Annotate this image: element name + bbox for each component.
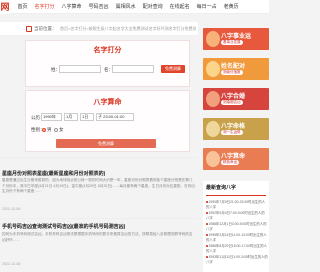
latest-bazi-item-text: 1990年7月9日21:00-23:00时出生的人的八字	[206, 200, 266, 209]
latest-bazi-item[interactable]: 1995年3月15日11:00-13:00时出生的人的八字	[206, 233, 268, 242]
top-nav-bar: 网 首页 名字打分 八字算命 号码吉凶 属相风水 配对查询 在线起名 每日一占 老黄历	[0, 0, 269, 14]
given-name-input[interactable]	[112, 65, 154, 73]
banner-title: 八字合婚	[221, 94, 246, 100]
month-select[interactable]: 1月	[64, 113, 78, 121]
latest-bazi-item-text: 1993年11月11日1:00-3:00时出生的人的八字	[206, 255, 268, 264]
nav-item[interactable]: 首页	[14, 0, 31, 14]
banner-title: 姓名配对	[221, 64, 246, 70]
banner-illustration-icon	[206, 151, 220, 167]
promo-banner[interactable]: 姓名配对 测缘分指数	[203, 58, 269, 80]
latest-bazi-item[interactable]: 1986年8月20日15:00-17:00时出生的人的八字	[206, 244, 268, 253]
nav-item[interactable]: 号码吉凶	[85, 0, 112, 14]
article-summary: 星座是通过出生日期来推算的，因为地球绕太阳公转一周的时间大约是一年，星座月份对照…	[2, 178, 195, 193]
promo-banner[interactable]: 八字合婚 测婚姻吉凶	[203, 88, 269, 110]
main-nav: 首页 名字打分 八字算命 号码吉凶 属相风水 配对查询 在线起名 每日一占 老黄历	[14, 0, 242, 14]
banner-subtitle: 测一生运势	[221, 130, 243, 135]
breadcrumb-path[interactable]: 首页>名字打分>按照生辰八字起名字大全免费测试名字好坏测名字打分免费测试周易	[60, 22, 196, 36]
article-date: 2022-10-08	[2, 207, 21, 211]
nav-item[interactable]: 每日一占	[193, 0, 220, 14]
nav-item[interactable]: 名字打分	[31, 0, 58, 14]
nav-item[interactable]: 八字算命	[58, 0, 85, 14]
banner-illustration-icon	[206, 121, 220, 137]
banner-subtitle: 测婚姻吉凶	[221, 100, 243, 105]
banner-title: 八字事业运	[221, 34, 252, 40]
name-score-title: 名字打分	[93, 47, 122, 54]
surname-input[interactable]	[59, 65, 101, 73]
promo-banner[interactable]: 八字命格 测一生运势	[203, 118, 269, 140]
bazi-title: 八字算命	[93, 99, 122, 106]
nav-item[interactable]: 属相风水	[112, 0, 139, 14]
bullet-icon	[206, 212, 208, 214]
site-logo[interactable]: 网	[0, 0, 10, 14]
promo-banner[interactable]: 八字事业运 看事业发展	[203, 28, 269, 50]
home-icon	[26, 26, 32, 32]
banner-subtitle: 测缘分指数	[221, 70, 243, 75]
hour-select[interactable]: 子 23:00-01:00	[96, 113, 134, 121]
banner-illustration-icon	[206, 91, 220, 107]
banner-subtitle: 看事业发展	[221, 40, 243, 45]
banner-subtitle: 精批命运	[221, 160, 239, 165]
breadcrumb-label: 当前位置：	[34, 26, 57, 31]
nav-item[interactable]: 配对查询	[139, 0, 166, 14]
name-score-panel: 名字打分 姓： 名： 免费测算	[25, 40, 190, 87]
banner-title: 八字命格	[221, 124, 246, 130]
latest-bazi-item-text: 1992年5月4日7:00-9:00时出生的人的八字	[206, 211, 265, 220]
latest-bazi-box: 最新查询八字 1990年7月9日21:00-23:00时出生的人的八字 1992年…	[203, 181, 269, 272]
nav-item[interactable]: 在线起名	[166, 0, 193, 14]
name-score-submit-button[interactable]: 免费测算	[161, 65, 185, 73]
male-radio[interactable]	[42, 128, 46, 132]
latest-bazi-item-text: 1988年12月1日3:00-5:00时出生的人的八字	[206, 222, 267, 231]
banner-title: 八字算命	[221, 154, 246, 160]
article-title[interactable]: 星座月份对照表星座(最新星座和月份对照表的)	[2, 170, 105, 177]
male-label: 男	[47, 127, 52, 132]
year-select[interactable]: 1990年	[41, 113, 62, 121]
bullet-icon	[206, 256, 208, 258]
bullet-icon	[206, 245, 208, 247]
latest-bazi-title: 最新查询八字	[206, 185, 237, 191]
bullet-icon	[206, 223, 208, 225]
banner-illustration-icon	[206, 31, 220, 47]
article-title[interactable]: 手机号码吉凶查询测试号码吉凶(最准的手机号码测吉凶)	[2, 223, 125, 230]
bullet-icon	[206, 234, 208, 236]
latest-bazi-item[interactable]: 1990年7月9日21:00-23:00时出生的人的八字	[206, 200, 268, 209]
latest-bazi-item-text: 1986年8月20日15:00-17:00时出生的人的八字	[206, 244, 267, 253]
article-summary: 如何为手机号码测试吉凶，手机号码吉凶测试是根据手机号码的数字来推算吉凶的方法，按…	[2, 232, 193, 242]
bazi-panel: 八字算命 公历： 1990年 1月 1日 子 23:00-01:00 性别： 男…	[25, 90, 190, 152]
day-select[interactable]: 1日	[80, 113, 94, 121]
title-underline	[206, 195, 266, 196]
nav-item[interactable]: 老黄历	[220, 0, 242, 14]
latest-bazi-item[interactable]: 1988年12月1日3:00-5:00时出生的人的八字	[206, 222, 268, 231]
female-label: 女	[59, 127, 64, 132]
banner-illustration-icon	[206, 61, 220, 77]
latest-bazi-item[interactable]: 1992年5月4日7:00-9:00时出生的人的八字	[206, 211, 268, 220]
article-date: 2022-10-08	[2, 262, 21, 266]
latest-bazi-item[interactable]: 1993年11月11日1:00-3:00时出生的人的八字	[206, 255, 268, 264]
bullet-icon	[206, 201, 208, 203]
bazi-submit-button[interactable]: 免费测算	[56, 139, 156, 148]
promo-banner[interactable]: 八字算命 精批命运	[203, 148, 269, 170]
section-divider	[0, 157, 198, 158]
article-divider	[0, 218, 198, 219]
female-radio[interactable]	[54, 128, 58, 132]
breadcrumb: 当前位置： 首页>名字打分>按照生辰八字起名字大全免费测试名字好坏测名字打分免费…	[0, 22, 198, 36]
latest-bazi-item-text: 1995年3月15日11:00-13:00时出生的人的八字	[206, 233, 267, 242]
